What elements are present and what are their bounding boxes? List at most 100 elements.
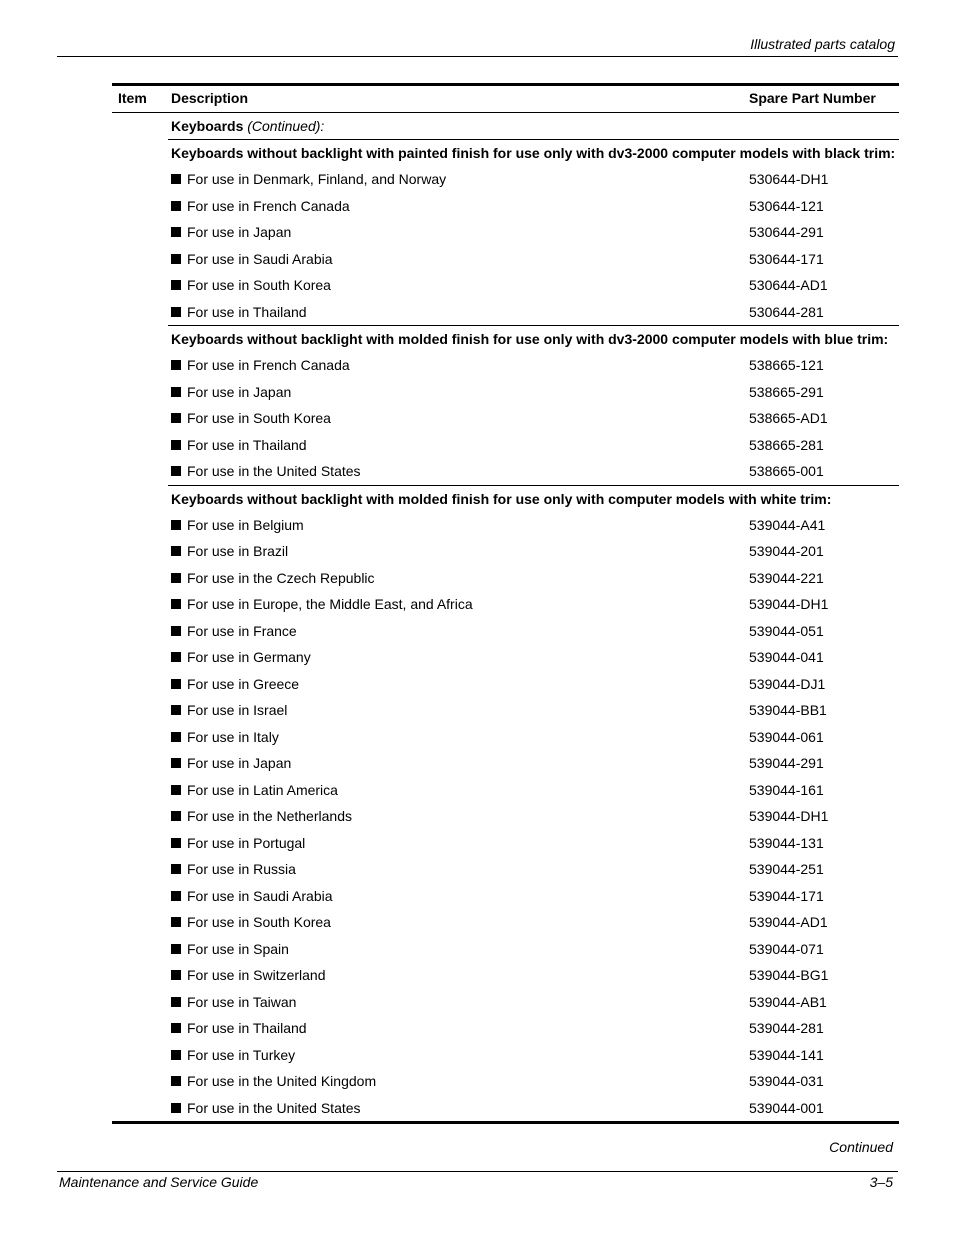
- square-bullet-icon: [171, 837, 181, 848]
- row-description-text: For use in Portugal: [187, 834, 306, 851]
- table-row: For use in Italy 539044-061: [112, 724, 899, 751]
- continued-label: Continued: [829, 1139, 893, 1155]
- square-bullet-icon: [171, 917, 181, 927]
- row-spare-part-number: 530644-DH1: [749, 171, 829, 187]
- row-description-text: For use in Brazil: [187, 543, 289, 559]
- row-spare-part-number: 539044-051: [749, 622, 824, 639]
- row-description-text: For use in Japan: [187, 224, 292, 240]
- row-description-text: For use in Spain: [187, 940, 289, 957]
- table-row: For use in Russia 539044-251: [112, 856, 899, 883]
- row-description: For use in Portugal: [171, 835, 305, 851]
- row-spare-part-number: 538665-AD1: [749, 410, 828, 426]
- table-row: For use in Thailand 538665-281: [112, 432, 899, 459]
- square-bullet-icon: [171, 996, 181, 1007]
- row-spare-part-number: 539044-BG1: [749, 967, 829, 983]
- row-description-text: For use in Belgium: [187, 516, 304, 533]
- row-description-text: For use in Taiwan: [187, 993, 297, 1010]
- row-description-text: For use in Thailand: [187, 1020, 307, 1036]
- row-spare-part-number: 539044-291: [749, 755, 824, 771]
- square-bullet-icon: [171, 306, 181, 317]
- row-description: For use in the Netherlands: [171, 808, 352, 824]
- row-description-text: For use in Switzerland: [187, 967, 326, 983]
- row-description-text: For use in South Korea: [187, 914, 331, 930]
- square-bullet-icon: [171, 546, 181, 556]
- table-row: For use in South Korea 530644-AD1: [112, 272, 899, 299]
- row-description-text: For use in the Netherlands: [187, 808, 352, 824]
- table-header: Item Description Spare Part Number: [112, 86, 899, 113]
- row-description: For use in South Korea: [171, 914, 331, 930]
- square-bullet-icon: [171, 599, 181, 609]
- table-row: For use in Switzerland 539044-BG1: [112, 962, 899, 989]
- table-row: For use in Spain 539044-071: [112, 936, 899, 963]
- row-spare-part-number: 539044-031: [749, 1073, 824, 1089]
- row-spare-part-number: 538665-281: [749, 436, 824, 453]
- section-title: Keyboards without backlight with molded …: [171, 490, 832, 507]
- table-row: For use in French Canada 538665-121: [112, 352, 899, 379]
- table-row: For use in Greece 539044-DJ1: [112, 671, 899, 698]
- row-spare-part-number: 539044-001: [749, 1099, 824, 1116]
- section-title: Keyboards without backlight with painted…: [171, 145, 896, 161]
- row-description: For use in the United States: [171, 1100, 361, 1116]
- row-description: For use in South Korea: [171, 277, 331, 293]
- row-description: For use in Thailand: [171, 437, 307, 453]
- square-bullet-icon: [171, 174, 181, 184]
- row-spare-part-number: 539044-221: [749, 569, 824, 586]
- row-spare-part-number: 530644-171: [749, 250, 824, 267]
- row-spare-part-number: 538665-121: [749, 357, 824, 373]
- square-bullet-icon: [171, 1049, 181, 1060]
- table-row: For use in Denmark, Finland, and Norway 5…: [112, 166, 899, 193]
- row-description: For use in Japan: [171, 224, 291, 240]
- table-row: For use in Taiwan 539044-AB1: [112, 989, 899, 1016]
- row-description-text: For use in Saudi Arabia: [187, 250, 333, 267]
- table-row: For use in Latin America 539044-161: [112, 777, 899, 804]
- square-bullet-icon: [171, 386, 181, 397]
- row-description: For use in Europe, the Middle East, and …: [171, 596, 473, 612]
- row-description-text: For use in Israel: [187, 702, 288, 718]
- page-number: 3–5: [869, 1174, 893, 1190]
- row-description-text: For use in the Czech Republic: [187, 569, 375, 586]
- table-row: For use in the Czech Republic 539044-221: [112, 565, 899, 592]
- row-description: For use in Israel: [171, 702, 287, 718]
- row-spare-part-number: 530644-281: [749, 303, 824, 320]
- category-continued: (Continued):: [247, 118, 325, 134]
- row-description: For use in the Czech Republic: [171, 570, 375, 586]
- square-bullet-icon: [171, 413, 181, 423]
- row-spare-part-number: 538665-291: [749, 383, 824, 400]
- row-description: For use in the United States: [171, 463, 361, 479]
- square-bullet-icon: [171, 200, 181, 211]
- table-row: For use in Europe, the Middle East, and …: [112, 591, 899, 618]
- square-bullet-icon: [171, 731, 181, 742]
- row-description: For use in the United Kingdom: [171, 1073, 376, 1089]
- row-description-text: For use in Thailand: [187, 303, 307, 320]
- footer-title: Maintenance and Service Guide: [59, 1174, 259, 1190]
- row-description-text: For use in Saudi Arabia: [187, 887, 333, 904]
- square-bullet-icon: [171, 758, 181, 768]
- row-description-text: For use in Europe, the Middle East, and …: [187, 596, 473, 612]
- row-spare-part-number: 539044-071: [749, 940, 824, 957]
- row-spare-part-number: 539044-A41: [749, 516, 826, 533]
- row-description-text: For use in Italy: [187, 728, 279, 745]
- table-row: For use in Brazil 539044-201: [112, 538, 899, 565]
- row-description: For use in Switzerland: [171, 967, 326, 983]
- row-spare-part-number: 530644-291: [749, 224, 824, 240]
- row-description: For use in France: [171, 623, 297, 639]
- square-bullet-icon: [171, 784, 181, 795]
- row-description: For use in Germany: [171, 649, 311, 665]
- table-row: For use in France 539044-051: [112, 618, 899, 645]
- row-spare-part-number: 539044-161: [749, 781, 824, 798]
- square-bullet-icon: [171, 970, 181, 980]
- row-description-text: For use in French Canada: [187, 197, 350, 214]
- row-description: For use in Russia: [171, 861, 296, 877]
- table-row: For use in Japan 539044-291: [112, 750, 899, 777]
- table-row: For use in Thailand 539044-281: [112, 1015, 899, 1042]
- row-description: For use in Saudi Arabia: [171, 251, 333, 267]
- category-title: Keyboards: [171, 118, 244, 134]
- square-bullet-icon: [171, 864, 181, 874]
- row-spare-part-number: 539044-DJ1: [749, 675, 826, 692]
- row-description-text: For use in Greece: [187, 675, 300, 692]
- row-description: For use in South Korea: [171, 410, 331, 426]
- table-row: For use in Turkey 539044-141: [112, 1042, 899, 1069]
- row-description: For use in Thailand: [171, 304, 307, 320]
- table-row: For use in the United Kingdom 539044-031: [112, 1068, 899, 1095]
- square-bullet-icon: [171, 811, 181, 821]
